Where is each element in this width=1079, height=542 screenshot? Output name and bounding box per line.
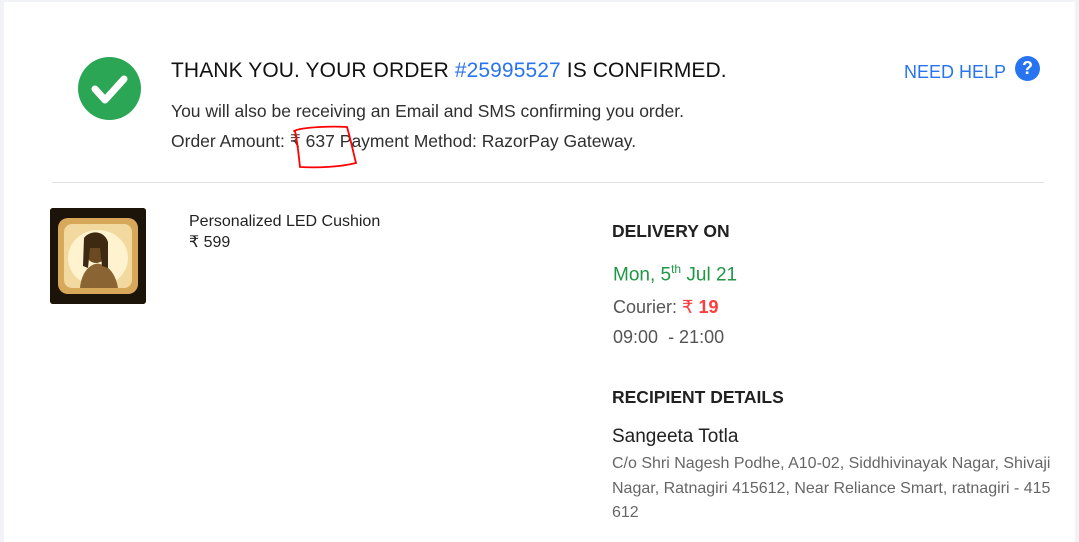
order-id-link[interactable]: #25995527 [455,59,561,82]
delivery-date-suffix: Jul 21 [681,264,738,286]
product-price: ₹ 599 [189,234,231,251]
delivery-time-slot: 09:00 - 21:00 [613,327,724,348]
time-start: 09:00 [613,327,659,347]
need-help-label: NEED HELP [904,62,1007,82]
time-end: - 21:00 [668,327,725,347]
recipient-name: Sangeeta Totla [612,426,739,447]
payment-method-value: RazorPay Gateway. [481,131,637,151]
order-amount-label: Order Amount: [171,131,285,151]
courier-currency: ₹ [682,297,694,317]
delivery-heading: DELIVERY ON [612,221,730,241]
need-help-link[interactable]: NEED HELP ? [904,54,1041,83]
delivery-date: Mon, 5th Jul 21 [613,262,737,286]
title-suffix: IS CONFIRMED. [560,59,727,82]
payment-method-label: Payment Method: [339,131,477,151]
order-amount-value: ₹ 637 [289,131,335,151]
recipient-address: C/o Shri Nagesh Podhe, A10-02, Siddhivin… [612,455,1051,521]
product-name[interactable]: Personalized LED Cushion [189,213,380,231]
section-divider [52,182,1044,183]
confirmation-title: THANK YOU. YOUR ORDER #25995527 IS CONFI… [171,59,727,83]
help-question-icon[interactable]: ? [1015,56,1041,81]
title-prefix: THANK YOU. YOUR ORDER [171,59,455,82]
delivery-date-ordinal: th [671,262,682,276]
order-summary-line: Order Amount: ₹ 637 Payment Method: Razo… [171,131,636,152]
recipient-heading: RECIPIENT DETAILS [612,387,784,407]
courier-line: Courier: ₹ 19 [613,297,719,318]
courier-label: Courier: [613,297,678,317]
product-thumbnail[interactable] [50,208,146,304]
courier-fee: 19 [698,297,719,317]
confirmation-message: You will also be receiving an Email and … [171,101,684,121]
delivery-date-prefix: Mon, 5 [613,264,672,286]
success-check-icon [78,57,141,120]
